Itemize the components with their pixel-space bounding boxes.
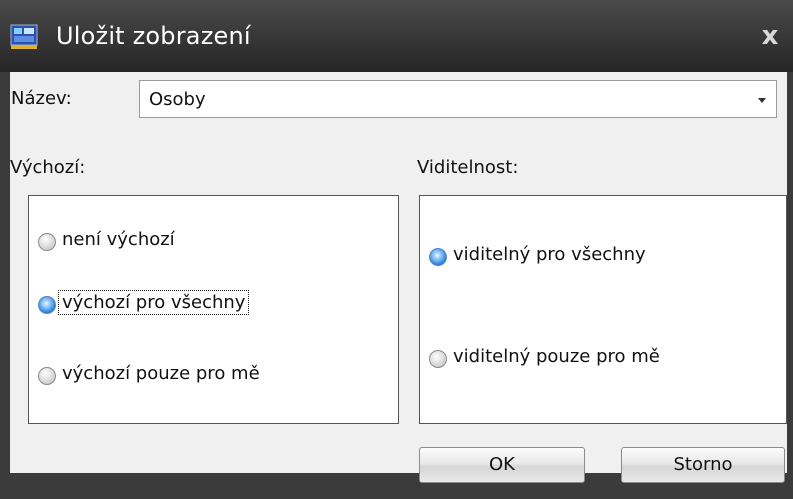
radio-visible-for-all[interactable]: viditelný pro všechny: [429, 243, 759, 271]
visibility-options-group: viditelný pro všechny viditelný pouze pr…: [419, 195, 787, 424]
ok-button[interactable]: OK: [419, 447, 585, 483]
name-value: Osoby: [149, 89, 206, 110]
radio-label: viditelný pouze pro mě: [453, 346, 660, 367]
visibility-group-label: Viditelnost:: [417, 157, 519, 178]
radio-unchecked-icon[interactable]: [429, 350, 447, 368]
app-window-icon: [10, 24, 38, 50]
radio-label: výchozí pro všechny: [57, 290, 250, 315]
radio-default-for-all[interactable]: výchozí pro všechny: [38, 290, 368, 319]
name-label: Název:: [11, 88, 72, 109]
radio-checked-icon[interactable]: [429, 248, 447, 266]
default-options-group: není výchozí výchozí pro všechny výchozí…: [28, 195, 399, 424]
chevron-down-icon[interactable]: [756, 91, 768, 103]
save-view-dialog: Uložit zobrazení x Název: Osoby Výchozí:…: [0, 0, 793, 499]
radio-label: výchozí pouze pro mě: [62, 363, 260, 384]
radio-label: viditelný pro všechny: [453, 244, 646, 265]
radio-not-default[interactable]: není výchozí: [38, 228, 368, 256]
radio-visible-only-me[interactable]: viditelný pouze pro mě: [429, 345, 759, 373]
default-group-label: Výchozí:: [10, 157, 86, 178]
radio-unchecked-icon[interactable]: [38, 233, 56, 251]
radio-unchecked-icon[interactable]: [38, 367, 56, 385]
name-combobox[interactable]: Osoby: [139, 80, 777, 118]
dialog-title: Uložit zobrazení: [56, 22, 251, 50]
cancel-button[interactable]: Storno: [621, 447, 785, 483]
close-button[interactable]: x: [755, 20, 785, 52]
title-bar[interactable]: Uložit zobrazení x: [0, 0, 793, 72]
radio-checked-icon[interactable]: [38, 296, 56, 314]
radio-default-only-me[interactable]: výchozí pouze pro mě: [38, 362, 368, 390]
radio-label: není výchozí: [62, 229, 175, 250]
